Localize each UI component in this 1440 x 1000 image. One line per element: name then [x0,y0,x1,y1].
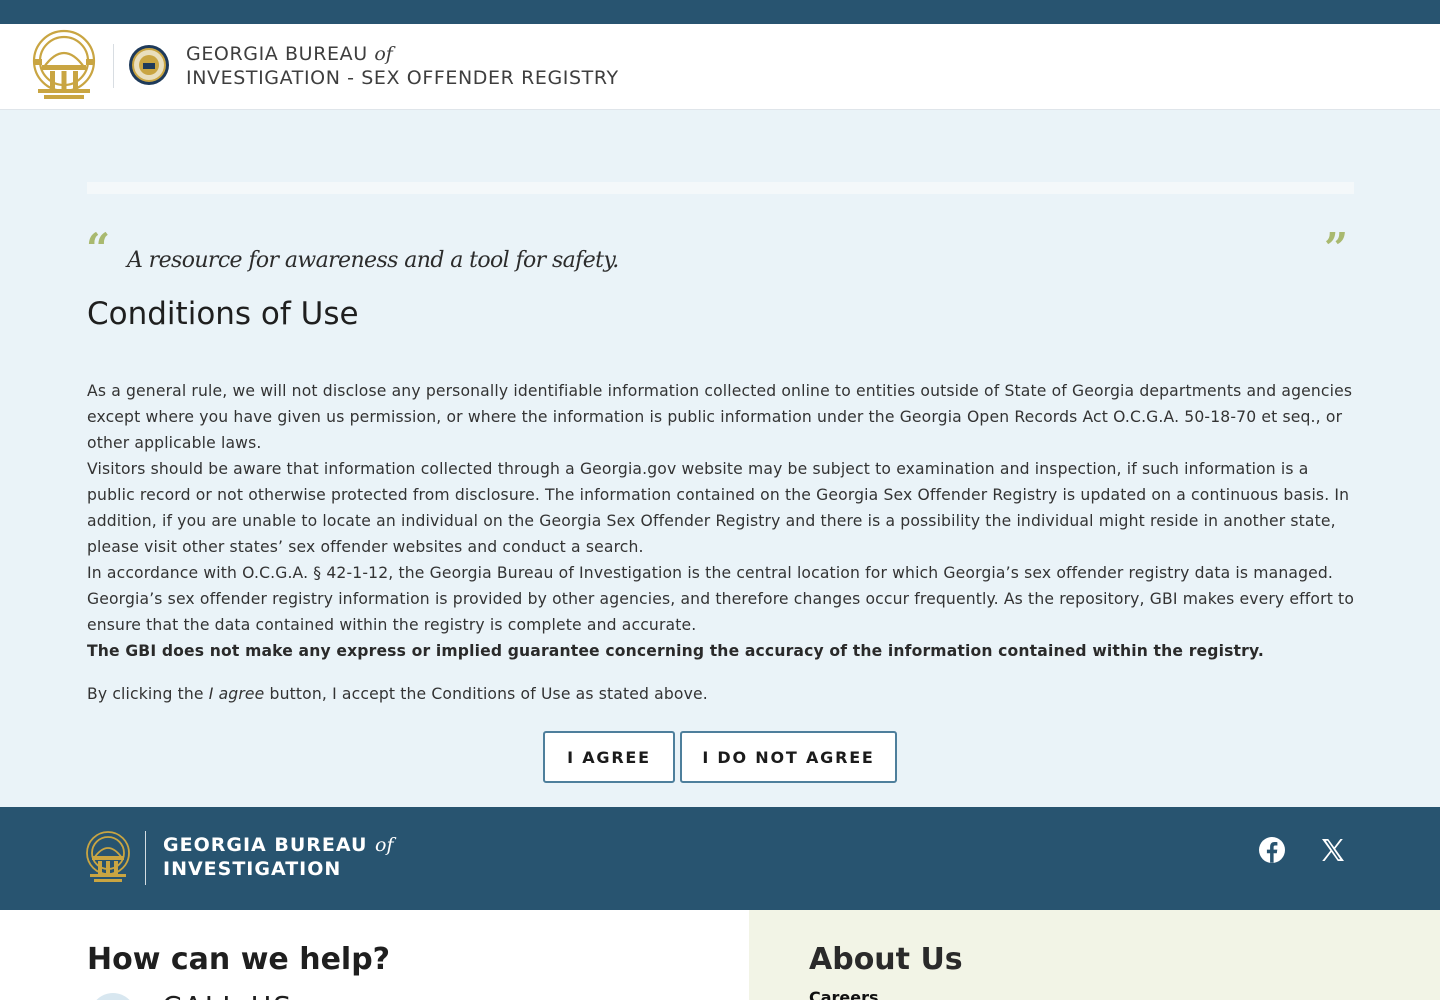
site-header: GEORGIA BUREAU of INVESTIGATION - SEX OF… [0,24,1440,110]
footer-seal-logo[interactable] [84,831,132,883]
call-us-link[interactable]: CALL US [162,990,293,1000]
header-divider [113,44,114,88]
help-title: How can we help? [87,942,391,977]
phone-icon [90,993,136,1000]
footer-band: GEORGIA BUREAU of INVESTIGATION [0,807,1440,910]
disclaimer: The GBI does not make any express or imp… [87,642,1264,660]
agree-statement: By clicking the I agree button, I accept… [87,682,708,706]
footer-title-line2: INVESTIGATION [163,858,342,880]
site-title-line1: GEORGIA BUREAU [186,43,368,65]
footer-title-of: of [375,834,394,856]
i-do-not-agree-button[interactable]: I DO NOT AGREE [680,731,897,783]
gbi-badge-icon [129,45,169,85]
tagline: A resource for awareness and a tool for … [127,248,619,273]
agree-prefix: By clicking the [87,685,209,703]
conditions-text: As a general rule, we will not disclose … [87,378,1357,664]
careers-link[interactable]: Careers [809,988,879,1000]
open-quote-mark: “ [86,224,111,273]
main-content: “ A resource for awareness and a tool fo… [0,110,1440,807]
about-title: About Us [809,942,963,977]
x-icon[interactable] [1318,835,1348,865]
conditions-paragraph: In accordance with O.C.G.A. § 42-1-12, t… [87,564,1355,634]
site-title-line2: INVESTIGATION - SEX OFFENDER REGISTRY [186,67,619,89]
site-title[interactable]: GEORGIA BUREAU of INVESTIGATION - SEX OF… [186,42,619,90]
i-agree-button[interactable]: I AGREE [543,731,675,783]
footer-title-line1: GEORGIA BUREAU [163,834,368,856]
agree-suffix: button, I accept the Conditions of Use a… [264,685,708,703]
about-section: About Us Careers [749,910,1440,1000]
close-quote-mark: ” [1324,224,1349,273]
page-title: Conditions of Use [87,296,359,332]
agree-em: I agree [208,685,265,703]
conditions-paragraph: As a general rule, we will not disclose … [87,382,1353,452]
footer-title[interactable]: GEORGIA BUREAU of INVESTIGATION [163,833,394,881]
help-section: How can we help? CALL US [0,910,749,1000]
site-title-of: of [374,43,393,65]
conditions-paragraph: Visitors should be aware that informatio… [87,460,1350,556]
footer-divider [145,831,146,885]
facebook-icon[interactable] [1257,835,1287,865]
alert-bar [87,182,1354,194]
top-strip [0,0,1440,24]
georgia-seal-logo[interactable] [30,29,98,103]
